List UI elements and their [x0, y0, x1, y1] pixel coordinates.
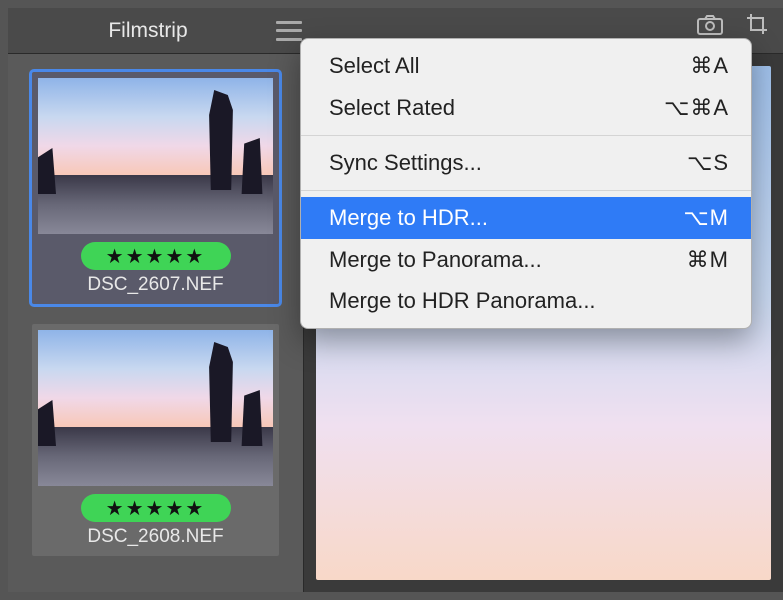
menu-item-shortcut: ⌥M: [683, 202, 729, 234]
menu-separator: [301, 190, 751, 191]
menu-item-shortcut: ⌘M: [687, 244, 729, 276]
thumbnail-item[interactable]: ★★★★★ DSC_2608.NEF: [32, 324, 279, 556]
thumbnail-image[interactable]: [38, 330, 273, 486]
menu-item-label: Select Rated: [329, 92, 455, 124]
menu-item-sync-settings[interactable]: Sync Settings... ⌥S: [301, 142, 751, 184]
thumbnail-filename: DSC_2607.NEF: [38, 274, 273, 296]
thumbnail-image[interactable]: [38, 78, 273, 234]
rating-badge[interactable]: ★★★★★: [81, 494, 231, 522]
menu-item-merge-panorama[interactable]: Merge to Panorama... ⌘M: [301, 239, 751, 281]
menu-item-shortcut: ⌘A: [690, 50, 729, 82]
menu-separator: [301, 135, 751, 136]
crop-icon[interactable]: [745, 14, 771, 36]
menu-item-select-rated[interactable]: Select Rated ⌥⌘A: [301, 87, 751, 129]
filmstrip-panel[interactable]: ★★★★★ DSC_2607.NEF ★★★★★ DSC_2608.NEF: [8, 54, 304, 592]
menu-item-shortcut: ⌥⌘A: [664, 92, 729, 124]
menu-item-merge-hdr-panorama[interactable]: Merge to HDR Panorama...: [301, 280, 751, 322]
menu-item-label: Sync Settings...: [329, 147, 482, 179]
menu-item-label: Merge to HDR...: [329, 202, 488, 234]
menu-item-select-all[interactable]: Select All ⌘A: [301, 45, 751, 87]
camera-icon[interactable]: [697, 14, 723, 36]
menu-item-shortcut: ⌥S: [687, 147, 729, 179]
menu-item-merge-hdr[interactable]: Merge to HDR... ⌥M: [301, 197, 751, 239]
menu-item-label: Merge to HDR Panorama...: [329, 285, 596, 317]
thumbnail-item[interactable]: ★★★★★ DSC_2607.NEF: [32, 72, 279, 304]
toolbar-icons: [697, 14, 771, 36]
star-icon: ★★★★★: [106, 244, 206, 269]
menu-item-label: Select All: [329, 50, 420, 82]
filmstrip-title: Filmstrip: [8, 19, 288, 43]
rating-badge[interactable]: ★★★★★: [81, 242, 231, 270]
filmstrip-menu-icon[interactable]: [276, 21, 302, 41]
menu-item-label: Merge to Panorama...: [329, 244, 542, 276]
context-menu: Select All ⌘A Select Rated ⌥⌘A Sync Sett…: [300, 38, 752, 329]
star-icon: ★★★★★: [106, 496, 206, 521]
thumbnail-filename: DSC_2608.NEF: [38, 526, 273, 548]
